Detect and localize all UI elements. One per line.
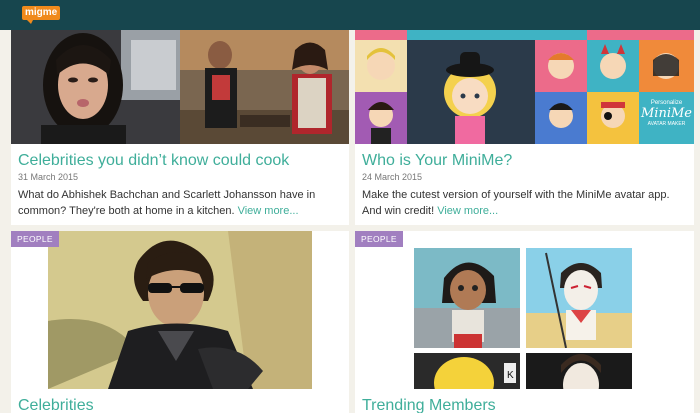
category-tag[interactable]: PEOPLE	[355, 231, 403, 247]
article-card-celebrity-cooks[interactable]: Celebrities you didn’t know could cook 3…	[11, 30, 349, 225]
article-image[interactable]	[11, 30, 349, 144]
card-date: 24 March 2015	[362, 172, 423, 182]
article-image[interactable]: Personalize MiniMe AVATAR MAKER	[355, 30, 694, 144]
top-bar: migme	[0, 0, 700, 30]
card-title[interactable]: Trending Members	[362, 397, 496, 413]
member-avatar[interactable]	[526, 248, 632, 348]
description-text: Make the cutest version of yourself with…	[362, 189, 670, 217]
member-avatar[interactable]	[526, 353, 632, 389]
card-description: Make the cutest version of yourself with…	[362, 187, 690, 219]
card-title[interactable]: Celebrities you didn’t know could cook	[18, 152, 289, 170]
promo-main-text: MiniMe	[640, 106, 692, 121]
article-card-minime[interactable]: Personalize MiniMe AVATAR MAKER Who is Y…	[355, 30, 694, 225]
view-more-link[interactable]: View more...	[238, 205, 299, 217]
card-title[interactable]: Celebrities	[18, 397, 94, 413]
promo-sub-text: AVATAR MAKER	[647, 121, 686, 127]
celebrity-car-photo	[11, 30, 180, 144]
article-card-trending-members[interactable]: PEOPLE K Trending Members	[355, 231, 694, 413]
svg-text:K: K	[507, 370, 514, 381]
article-card-celebrities[interactable]: PEOPLE Celebrities	[11, 231, 349, 413]
card-date: 31 March 2015	[18, 172, 79, 182]
category-tag[interactable]: PEOPLE	[11, 231, 59, 247]
card-description: What do Abhishek Bachchan and Scarlett J…	[18, 187, 346, 219]
card-title[interactable]: Who is Your MiniMe?	[362, 152, 512, 170]
migme-logo[interactable]: migme	[22, 6, 61, 24]
kitchen-show-photo	[180, 30, 349, 144]
member-avatar[interactable]: K	[414, 353, 520, 389]
minime-promo-tile: Personalize MiniMe AVATAR MAKER	[639, 92, 694, 144]
celebrity-portrait-photo[interactable]	[48, 231, 312, 389]
view-more-link[interactable]: View more...	[437, 205, 498, 217]
member-avatar[interactable]	[414, 248, 520, 348]
